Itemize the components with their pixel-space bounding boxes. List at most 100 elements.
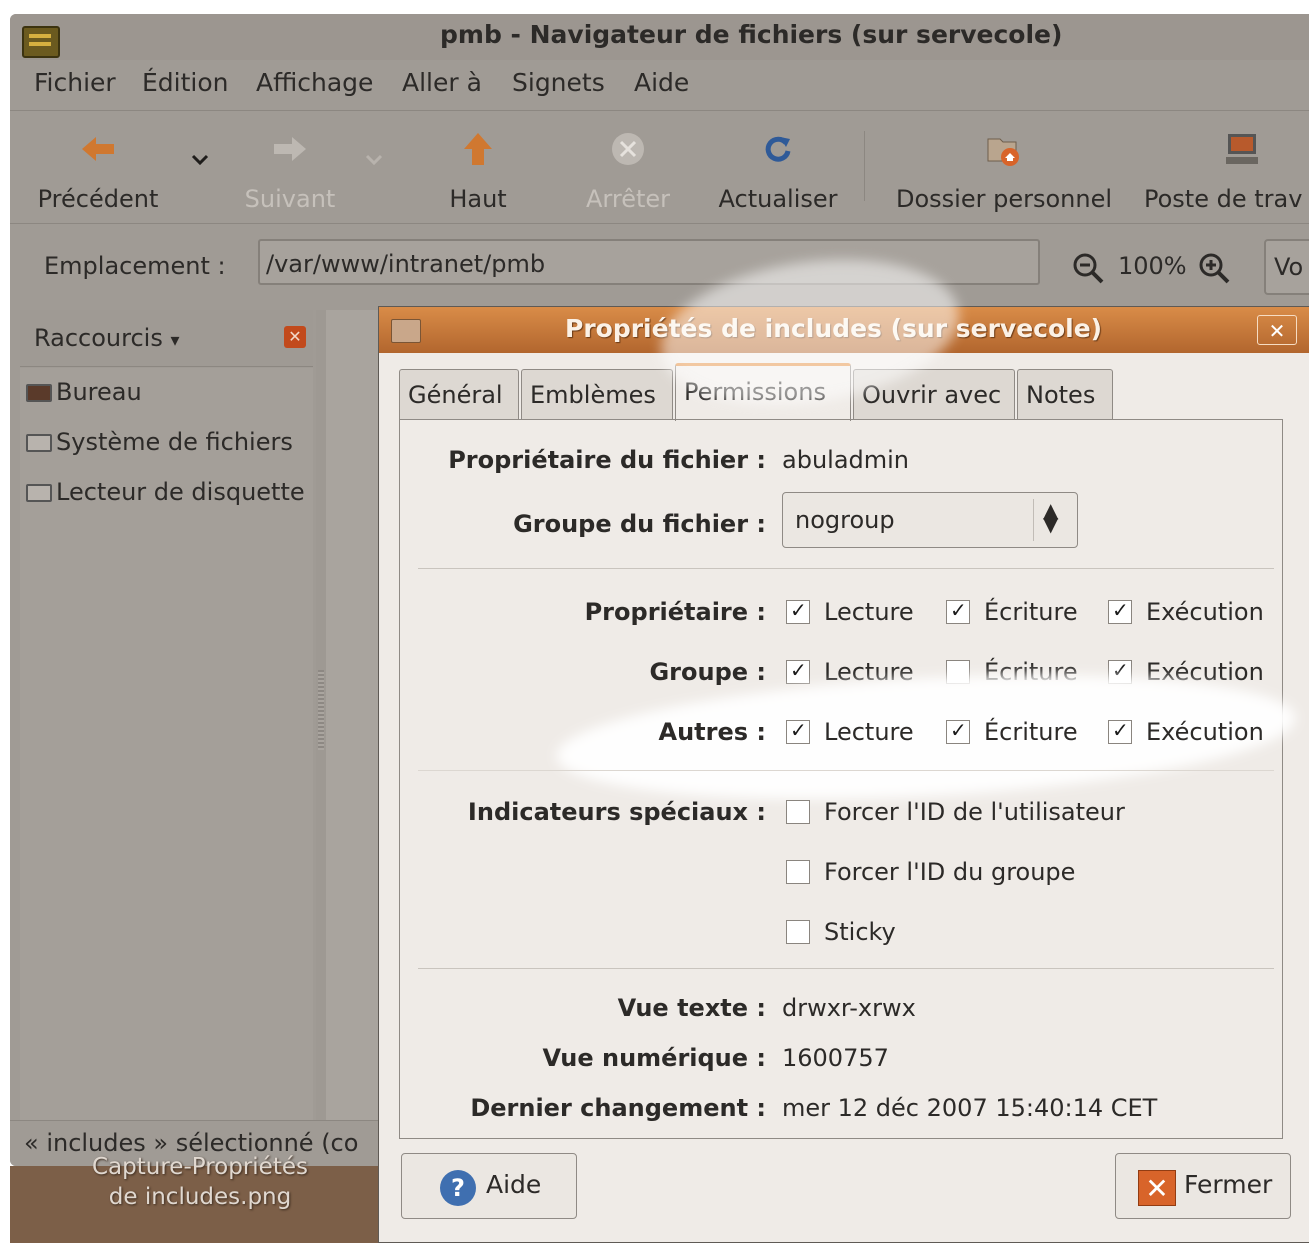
setuid-checkbox[interactable] <box>786 800 810 824</box>
desktop-file-label-line1: Capture-Propriétés <box>92 1154 308 1180</box>
text-view-label: Vue texte : <box>617 994 766 1022</box>
forward-arrow-icon <box>274 137 306 161</box>
group-write-label[interactable]: Écriture <box>984 658 1078 686</box>
tab-notes[interactable]: Notes <box>1017 369 1113 419</box>
owner-exec-label[interactable]: Exécution <box>1146 598 1264 626</box>
sidebar-item-floppy[interactable]: Lecteur de disquette <box>26 478 305 506</box>
up-arrow-icon <box>464 133 492 165</box>
perm-others-label: Autres : <box>658 718 766 746</box>
sidebar-header: Raccourcis ▾ ✕ <box>20 310 313 367</box>
owner-label: Propriétaire du fichier : <box>448 446 766 474</box>
others-write-label[interactable]: Écriture <box>984 718 1078 746</box>
sidebar-type-selector[interactable]: Raccourcis ▾ <box>34 324 180 352</box>
window-titlebar[interactable]: pmb - Navigateur de fichiers (sur servec… <box>10 14 1309 60</box>
tab-general[interactable]: Général <box>399 369 519 419</box>
sidebar-item-label: Bureau <box>56 378 142 406</box>
menu-aller[interactable]: Aller à <box>402 68 482 97</box>
others-write-checkbox[interactable] <box>946 718 970 744</box>
last-changed-value: mer 12 déc 2007 15:40:14 CET <box>782 1094 1158 1122</box>
computer-button[interactable]: Poste de trav <box>1144 185 1302 213</box>
dialog-title: Propriétés de includes (sur servecole) <box>565 314 1103 343</box>
setgid-checkbox[interactable] <box>786 860 810 884</box>
owner-exec-checkbox[interactable] <box>1108 598 1132 624</box>
others-read-checkbox[interactable] <box>786 718 810 744</box>
back-arrow-icon <box>82 137 114 161</box>
owner-value[interactable]: abuladmin <box>782 446 909 474</box>
group-select-value: nogroup <box>795 506 895 534</box>
location-label: Emplacement : <box>44 252 226 280</box>
close-button-label: Fermer <box>1184 1170 1273 1199</box>
forward-history-chevron-icon[interactable] <box>364 153 384 167</box>
setgid-label[interactable]: Forcer l'ID du groupe <box>824 858 1075 886</box>
group-write-checkbox[interactable] <box>946 660 970 684</box>
group-read-checkbox[interactable] <box>786 658 810 684</box>
help-button[interactable]: ? Aide <box>401 1153 577 1219</box>
others-exec-checkbox[interactable] <box>1108 718 1132 744</box>
menubar: Fichier Édition Affichage Aller à Signet… <box>10 62 1309 106</box>
group-exec-label[interactable]: Exécution <box>1146 658 1264 686</box>
menu-signets[interactable]: Signets <box>512 68 605 97</box>
group-select[interactable]: nogroup ▲ ▼ <box>782 492 1078 548</box>
desktop-file-label-line2: de includes.png <box>108 1184 292 1210</box>
menu-aide[interactable]: Aide <box>634 68 689 97</box>
close-icon: ✕ <box>1138 1170 1176 1206</box>
pane-splitter[interactable] <box>316 310 326 1130</box>
group-exec-checkbox[interactable] <box>1108 658 1132 684</box>
computer-icon <box>1226 134 1258 164</box>
tab-ouvrir-avec[interactable]: Ouvrir avec <box>853 369 1015 419</box>
sidebar-close-icon[interactable]: ✕ <box>284 326 306 348</box>
sidebar-list: Bureau Système de fichiers Lecteur de di… <box>20 368 313 1128</box>
forward-button[interactable]: Suivant <box>245 185 336 213</box>
group-read-label[interactable]: Lecture <box>824 658 914 686</box>
setuid-label[interactable]: Forcer l'ID de l'utilisateur <box>824 798 1125 826</box>
up-button[interactable]: Haut <box>449 185 506 213</box>
others-read-label[interactable]: Lecture <box>824 718 914 746</box>
chevron-down-icon: ▾ <box>170 330 180 351</box>
close-button[interactable]: ✕ Fermer <box>1115 1153 1291 1219</box>
view-as-button[interactable]: Vo <box>1264 239 1309 295</box>
sidebar-title: Raccourcis <box>34 324 163 352</box>
group-select-divider <box>1033 499 1034 541</box>
menu-fichier[interactable]: Fichier <box>34 68 116 97</box>
reload-button[interactable]: Actualiser <box>719 185 838 213</box>
window-title: pmb - Navigateur de fichiers (sur servec… <box>440 20 1063 49</box>
dialog-titlebar[interactable]: Propriétés de includes (sur servecole) ✕ <box>379 307 1309 353</box>
desktop-file-icon[interactable]: Capture-Propriétés de includes.png <box>50 1154 350 1212</box>
sidebar-item-bureau[interactable]: Bureau <box>26 378 142 406</box>
tab-permissions[interactable]: Permissions <box>675 363 851 421</box>
numeric-view-label: Vue numérique : <box>542 1044 766 1072</box>
zoom-in-icon[interactable] <box>1198 252 1230 284</box>
spin-arrows-icon: ▲ ▼ <box>1043 498 1059 536</box>
dialog-close-button[interactable]: ✕ <box>1257 315 1297 345</box>
text-view-value: drwxr-xrwx <box>782 994 916 1022</box>
separator <box>418 968 1274 969</box>
group-label-text: Groupe du fichier : <box>513 510 766 538</box>
group-label: Groupe du fichier : <box>513 510 766 538</box>
zoom-out-icon[interactable] <box>1072 252 1104 284</box>
location-input[interactable]: /var/www/intranet/pmb <box>258 239 1040 285</box>
sidebar-item-filesystem[interactable]: Système de fichiers <box>26 428 293 456</box>
home-button[interactable]: Dossier personnel <box>896 185 1112 213</box>
stop-button[interactable]: Arrêter <box>586 185 670 213</box>
desktop-background: Capture-Propriétés de includes.png <box>10 1154 380 1243</box>
floppy-drive-icon <box>26 484 52 502</box>
sticky-checkbox[interactable] <box>786 920 810 944</box>
owner-write-label[interactable]: Écriture <box>984 598 1078 626</box>
help-button-label: Aide <box>486 1170 542 1199</box>
back-button[interactable]: Précédent <box>38 185 159 213</box>
zoom-level[interactable]: 100% <box>1118 252 1187 280</box>
tab-emblemes[interactable]: Emblèmes <box>521 369 673 419</box>
toolbar: Précédent Suivant Haut Arrêter Actualise… <box>10 110 1309 224</box>
owner-read-label[interactable]: Lecture <box>824 598 914 626</box>
properties-dialog: Propriétés de includes (sur servecole) ✕… <box>378 306 1309 1243</box>
back-history-chevron-icon[interactable] <box>190 153 210 167</box>
owner-write-checkbox[interactable] <box>946 598 970 624</box>
special-flags-label: Indicateurs spéciaux : <box>467 798 766 826</box>
menu-affichage[interactable]: Affichage <box>256 68 373 97</box>
sidebar: Raccourcis ▾ ✕ Bureau Système de fichier… <box>10 310 316 1130</box>
owner-read-checkbox[interactable] <box>786 598 810 624</box>
menu-edition[interactable]: Édition <box>142 68 229 97</box>
others-exec-label[interactable]: Exécution <box>1146 718 1264 746</box>
sticky-label[interactable]: Sticky <box>824 918 896 946</box>
location-bar: Emplacement : /var/www/intranet/pmb 100%… <box>10 222 1309 310</box>
